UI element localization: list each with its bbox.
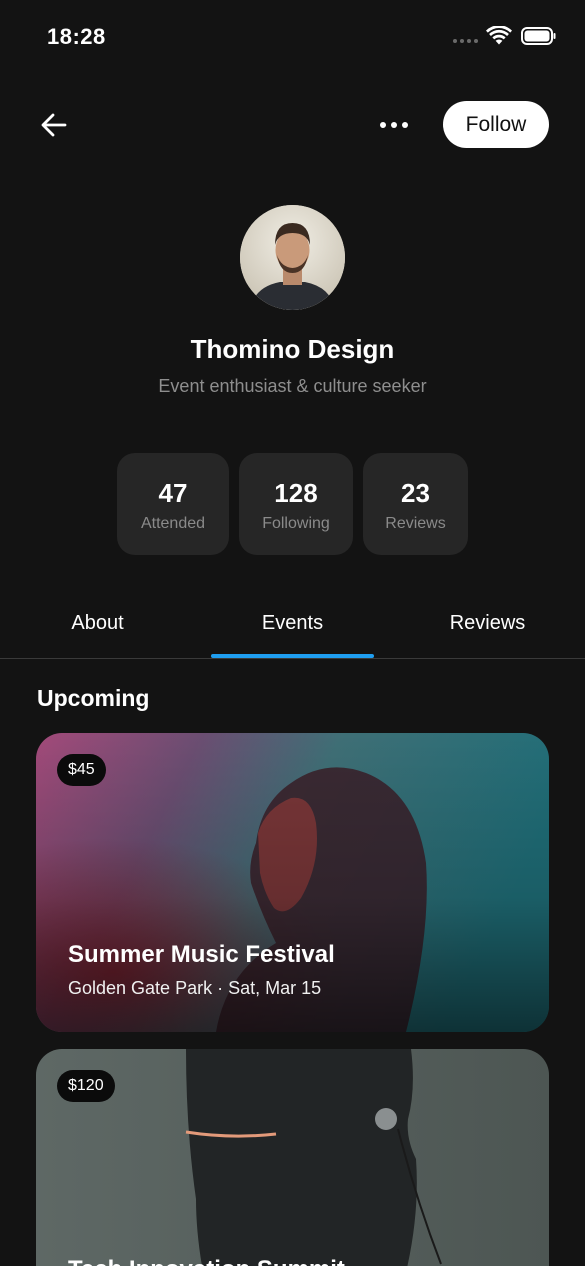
event-title: Summer Music Festival — [68, 941, 335, 968]
status-bar: 18:28 — [0, 0, 585, 74]
profile-tabs: About Events Reviews — [0, 598, 585, 659]
event-card[interactable]: $120 Tech Innovation Summit — [36, 1049, 549, 1266]
profile-bio: Event enthusiast & culture seeker — [158, 376, 427, 396]
stat-value: 128 — [274, 478, 318, 508]
back-button[interactable] — [34, 106, 74, 144]
tab-reviews[interactable]: Reviews — [390, 598, 585, 658]
stat-reviews[interactable]: 23 Reviews — [363, 453, 468, 555]
wifi-icon — [486, 26, 512, 45]
stat-following[interactable]: 128 Following — [239, 453, 353, 555]
avatar — [240, 205, 345, 310]
arrow-left-icon — [41, 113, 67, 137]
price-badge: $120 — [57, 1070, 115, 1102]
more-options-button[interactable] — [372, 110, 416, 140]
event-title: Tech Innovation Summit — [68, 1256, 345, 1266]
cellular-signal-icon — [453, 39, 479, 45]
event-card[interactable]: $45 Summer Music Festival Golden Gate Pa… — [36, 733, 549, 1032]
profile-photo — [240, 205, 345, 310]
price-badge: $45 — [57, 754, 106, 786]
event-subtitle: Golden Gate Park · Sat, Mar 15 — [68, 978, 322, 998]
stat-label: Attended — [140, 515, 206, 532]
stat-value: 23 — [401, 478, 430, 508]
stat-label: Reviews — [385, 515, 446, 532]
active-tab-indicator — [211, 654, 374, 658]
stat-label: Following — [262, 515, 330, 532]
status-time: 18:28 — [47, 24, 106, 49]
more-horizontal-icon — [380, 122, 386, 128]
profile-screen: 18:28 Follow Thomino Design Event enthus… — [0, 0, 585, 1266]
battery-icon — [521, 27, 556, 45]
follow-button[interactable]: Follow — [443, 101, 549, 148]
tab-about[interactable]: About — [0, 598, 195, 658]
stat-attended[interactable]: 47 Attended — [117, 453, 229, 555]
profile-name: Thomino Design — [190, 334, 395, 364]
stat-value: 47 — [158, 478, 188, 508]
section-title-upcoming: Upcoming — [37, 685, 150, 711]
tab-events[interactable]: Events — [195, 598, 390, 658]
